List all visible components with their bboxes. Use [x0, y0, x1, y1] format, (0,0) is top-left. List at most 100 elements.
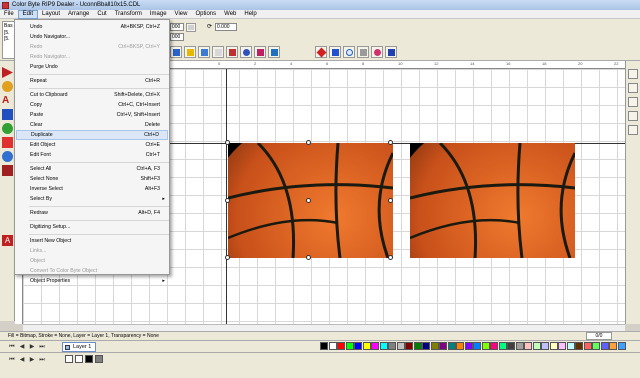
- color-swatch[interactable]: [362, 342, 371, 350]
- lock-ratio-button[interactable]: [186, 23, 196, 32]
- menu-view[interactable]: View: [171, 10, 192, 19]
- layer-tab[interactable]: Layer 1: [62, 342, 96, 352]
- color-swatch[interactable]: [549, 342, 558, 350]
- color-swatch[interactable]: [541, 342, 549, 350]
- menu-item-copy[interactable]: Copy Ctrl+C, Ctrl+Insert: [16, 100, 168, 110]
- selection-handle[interactable]: [388, 255, 393, 260]
- next-icon[interactable]: ▶: [28, 356, 36, 364]
- contour-button[interactable]: [329, 46, 341, 58]
- selection-handle[interactable]: [306, 255, 311, 260]
- menu-item-purge-undo[interactable]: Purge Undo: [16, 62, 168, 72]
- blend-button[interactable]: [268, 46, 280, 58]
- color-swatch[interactable]: [566, 342, 575, 350]
- menu-web[interactable]: Web: [220, 10, 240, 19]
- menu-item-object-properties[interactable]: Object Properties ▸: [16, 276, 168, 286]
- menu-item-select-by[interactable]: Select By ▸: [16, 194, 168, 204]
- color-swatch[interactable]: [498, 342, 507, 350]
- weed-button[interactable]: [371, 46, 383, 58]
- prev-page-icon[interactable]: ◀: [18, 343, 26, 351]
- effects-tool-icon[interactable]: A: [2, 235, 13, 246]
- first-page-icon[interactable]: ⏮: [8, 343, 16, 351]
- color-swatch[interactable]: [532, 342, 541, 350]
- zoom-tool-icon[interactable]: [2, 165, 13, 176]
- color-swatch[interactable]: [481, 342, 490, 350]
- menu-item-duplicate[interactable]: Duplicate Ctrl+D: [16, 130, 168, 140]
- color-swatch[interactable]: [337, 342, 345, 350]
- basketball-image-duplicate[interactable]: [410, 143, 575, 258]
- gray-swatch[interactable]: [95, 355, 103, 363]
- menu-cut[interactable]: Cut: [93, 10, 110, 19]
- color-swatch[interactable]: [388, 342, 396, 350]
- menu-item-repeat[interactable]: Repeat Ctrl+R: [16, 76, 168, 86]
- angle-field[interactable]: 0.000: [215, 23, 237, 31]
- menu-item-inverse-select[interactable]: Inverse Select Alt+F3: [16, 184, 168, 194]
- color-swatch[interactable]: [422, 342, 430, 350]
- color-swatch[interactable]: [583, 342, 592, 350]
- ellipse-tool-icon[interactable]: [2, 123, 13, 134]
- menu-help[interactable]: Help: [240, 10, 260, 19]
- menu-item-edit-object[interactable]: Edit Object Ctrl+E: [16, 140, 168, 150]
- guide-line-vertical[interactable]: [226, 69, 227, 324]
- color-swatch[interactable]: [439, 342, 447, 350]
- color-swatch[interactable]: [464, 342, 473, 350]
- trim-button[interactable]: [240, 46, 252, 58]
- selection-handle[interactable]: [388, 198, 393, 203]
- menu-item-select-all[interactable]: Select All Ctrl+A, F3: [16, 164, 168, 174]
- no-fill-swatch[interactable]: [65, 355, 73, 363]
- black-swatch[interactable]: [85, 355, 93, 363]
- color-swatch[interactable]: [515, 342, 524, 350]
- selection-handle[interactable]: [225, 140, 230, 145]
- color-swatch[interactable]: [320, 342, 328, 350]
- size-field-2[interactable]: 000: [170, 33, 184, 41]
- color-swatch[interactable]: [345, 342, 354, 350]
- color-swatch[interactable]: [396, 342, 405, 350]
- color-swatch[interactable]: [600, 342, 609, 350]
- selection-handle[interactable]: [388, 140, 393, 145]
- zoom-out-button[interactable]: [628, 83, 638, 93]
- color-swatch[interactable]: [405, 342, 413, 350]
- pick-tool-icon[interactable]: [2, 67, 13, 78]
- ungroup-button[interactable]: [184, 46, 196, 58]
- last-page-icon[interactable]: ⏭: [38, 343, 46, 351]
- next-page-icon[interactable]: ▶: [28, 343, 36, 351]
- group-button[interactable]: [170, 46, 182, 58]
- size-field-1[interactable]: 000: [170, 23, 184, 31]
- menu-item-paste[interactable]: Paste Ctrl+V, Shift+Insert: [16, 110, 168, 120]
- menu-item-undo[interactable]: Undo Alt+BKSP, Ctrl+Z: [16, 22, 168, 32]
- menu-layout[interactable]: Layout: [38, 10, 64, 19]
- selection-handle[interactable]: [225, 255, 230, 260]
- menu-item-cut-to-clipboard[interactable]: Cut to Clipboard Shift+Delete, Ctrl+X: [16, 90, 168, 100]
- menu-edit[interactable]: Edit: [17, 9, 39, 19]
- color-swatch[interactable]: [617, 342, 626, 350]
- color-swatch[interactable]: [354, 342, 362, 350]
- menu-item-select-none[interactable]: Select None Shift+F3: [16, 174, 168, 184]
- color-swatch[interactable]: [609, 342, 617, 350]
- color-swatch[interactable]: [524, 342, 532, 350]
- color-swatch[interactable]: [558, 342, 566, 350]
- fill-tool-icon[interactable]: [2, 137, 13, 148]
- menu-item-redraw[interactable]: Redraw Alt+D, F4: [16, 208, 168, 218]
- combine-button[interactable]: [198, 46, 210, 58]
- shape-tool-icon[interactable]: [2, 81, 13, 92]
- zoom-page-button[interactable]: [628, 111, 638, 121]
- color-swatch[interactable]: [507, 342, 515, 350]
- menu-image[interactable]: Image: [146, 10, 171, 19]
- outline-tool-icon[interactable]: [2, 151, 13, 162]
- menu-transform[interactable]: Transform: [111, 10, 146, 19]
- color-swatch[interactable]: [447, 342, 456, 350]
- menu-file[interactable]: File: [0, 10, 18, 19]
- horizontal-scrollbar[interactable]: [23, 324, 625, 331]
- weld-button[interactable]: [226, 46, 238, 58]
- color-swatch[interactable]: [379, 342, 388, 350]
- zoom-in-button[interactable]: [628, 69, 638, 79]
- skew-button[interactable]: [357, 46, 369, 58]
- selection-handle[interactable]: [225, 198, 230, 203]
- color-swatch[interactable]: [430, 342, 439, 350]
- last-icon[interactable]: ⏭: [38, 356, 46, 364]
- menu-arrange[interactable]: Arrange: [64, 10, 93, 19]
- menu-item-insert-new-object[interactable]: Insert New Object: [16, 236, 168, 246]
- node-edit-button[interactable]: [315, 46, 327, 58]
- color-swatch[interactable]: [575, 342, 583, 350]
- rotate-button[interactable]: [343, 46, 355, 58]
- selection-handle[interactable]: [306, 198, 311, 203]
